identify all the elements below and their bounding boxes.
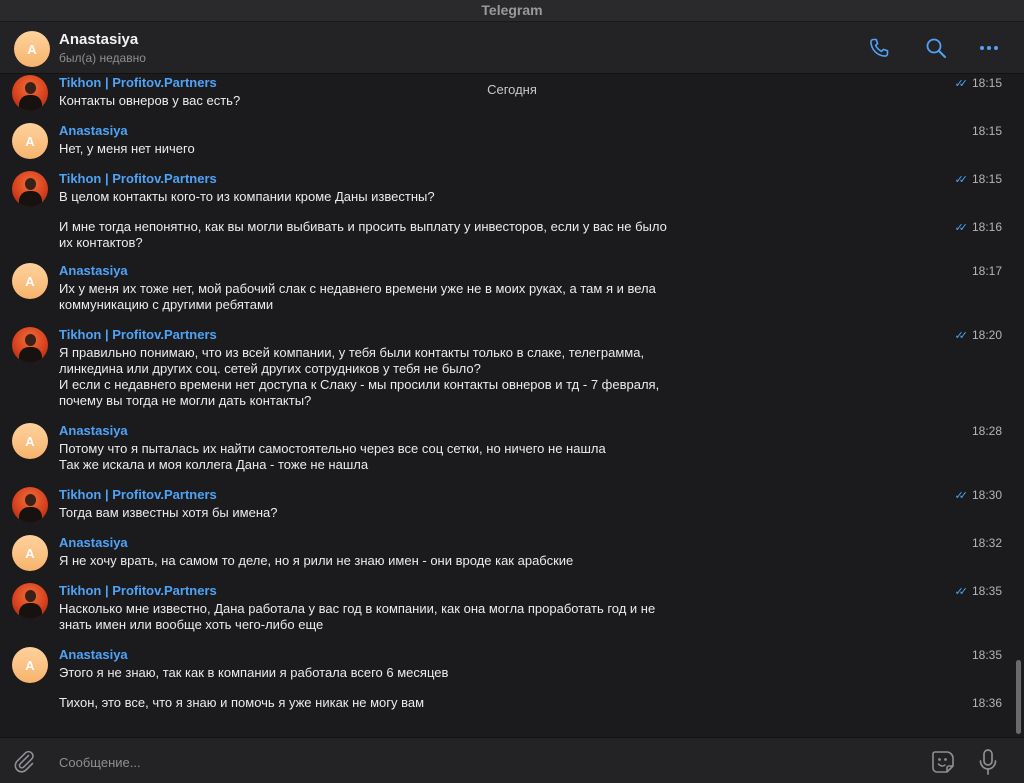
attach-icon — [14, 750, 34, 773]
sticker-icon — [932, 751, 954, 773]
sender-avatar[interactable] — [12, 487, 48, 523]
message-text: Тихон, это все, что я знаю и помочь я уж… — [59, 695, 425, 710]
sender-avatar[interactable]: A — [12, 423, 48, 459]
message-text: Я не хочу врать, на самом то деле, но я … — [59, 553, 574, 568]
sender-avatar[interactable] — [12, 327, 48, 363]
message-text: И мне тогда непонятно, как вы могли выби… — [59, 219, 667, 250]
message-time-block: ✓✓ 18:35 — [955, 584, 1002, 598]
microphone-icon — [979, 749, 997, 775]
sender-avatar[interactable]: A — [12, 647, 48, 683]
sender-name[interactable]: Anastasiya — [59, 123, 128, 138]
message-time: 18:15 — [971, 76, 1002, 90]
voice-record-button[interactable] — [976, 748, 1000, 776]
search-icon — [926, 38, 946, 58]
message-time-block: 18:35 — [972, 648, 1002, 662]
message-text: Их у меня их тоже нет, мой рабочий слак … — [59, 281, 656, 312]
sender-name[interactable]: Anastasiya — [59, 647, 128, 662]
message-time-block: ✓✓ 18:15 — [955, 76, 1002, 90]
message-time: 18:28 — [971, 424, 1002, 438]
call-button[interactable] — [866, 35, 892, 61]
message-input[interactable] — [59, 751, 899, 773]
read-checkmarks-icon: ✓✓ — [954, 173, 969, 186]
contact-avatar[interactable]: A — [14, 31, 50, 67]
message-time: 18:30 — [971, 488, 1002, 502]
sender-name[interactable]: Tikhon | Profitov.Partners — [59, 75, 217, 90]
chat-header: A Anastasiya был(а) недавно — [0, 22, 1024, 74]
message-text: Этого я не знаю, так как в компании я ра… — [59, 665, 449, 680]
message-time: 18:15 — [971, 172, 1002, 186]
more-button[interactable] — [976, 35, 1002, 61]
message-text: Потому что я пыталась их найти самостоят… — [59, 441, 606, 472]
message-time: 18:32 — [971, 536, 1002, 550]
message-time: 18:16 — [971, 220, 1002, 234]
sender-name[interactable]: Tikhon | Profitov.Partners — [59, 487, 217, 502]
sender-name[interactable]: Anastasiya — [59, 423, 128, 438]
message-text: Я правильно понимаю, что из всей компани… — [59, 345, 660, 408]
sender-avatar[interactable] — [12, 583, 48, 619]
message-time: 18:15 — [971, 124, 1002, 138]
message-time-block: ✓✓ 18:30 — [955, 488, 1002, 502]
message-text: Контакты овнеров у вас есть? — [59, 93, 241, 108]
message-text: Насколько мне известно, Дана работала у … — [59, 601, 656, 632]
message-time-block: 18:17 — [972, 264, 1002, 278]
sender-avatar[interactable] — [12, 171, 48, 207]
sticker-button[interactable] — [929, 748, 957, 776]
sender-name[interactable]: Tikhon | Profitov.Partners — [59, 327, 217, 342]
message-list-scrollbar[interactable] — [1016, 660, 1021, 734]
sender-name[interactable]: Anastasiya — [59, 535, 128, 550]
message-text: Нет, у меня нет ничего — [59, 141, 195, 156]
message-time-block: ✓✓ 18:15 — [955, 172, 1002, 186]
read-checkmarks-icon: ✓✓ — [954, 221, 969, 234]
sender-avatar[interactable]: A — [12, 123, 48, 159]
message-time: 18:35 — [971, 584, 1002, 598]
sender-name[interactable]: Anastasiya — [59, 263, 128, 278]
message-time-block: ✓✓ 18:20 — [955, 328, 1002, 342]
message-time: 18:20 — [971, 328, 1002, 342]
message-time-block: 18:28 — [972, 424, 1002, 438]
contact-status: был(а) недавно — [59, 51, 146, 65]
sender-avatar[interactable]: A — [12, 263, 48, 299]
sender-name[interactable]: Tikhon | Profitov.Partners — [59, 171, 217, 186]
message-time: 18:17 — [971, 264, 1002, 278]
message-list[interactable]: Сегодня Tikhon | Profitov.Partners Конта… — [0, 75, 1024, 737]
read-checkmarks-icon: ✓✓ — [954, 489, 969, 502]
window-title: Telegram — [481, 2, 543, 18]
message-text: В целом контакты кого-то из компании кро… — [59, 189, 435, 204]
sender-avatar[interactable] — [12, 75, 48, 111]
message-time-block: 18:32 — [972, 536, 1002, 550]
sender-avatar[interactable]: A — [12, 535, 48, 571]
attach-button[interactable] — [12, 749, 36, 773]
message-text: Тогда вам известны хотя бы имена? — [59, 505, 278, 520]
read-checkmarks-icon: ✓✓ — [954, 585, 969, 598]
message-time: 18:35 — [971, 648, 1002, 662]
composer-bar — [0, 737, 1024, 783]
window-titlebar: Telegram — [0, 0, 1024, 22]
read-checkmarks-icon: ✓✓ — [954, 329, 969, 342]
message-time-block: 18:36 — [972, 696, 1002, 710]
message-time: 18:36 — [971, 696, 1002, 710]
message-time-block: 18:15 — [972, 124, 1002, 138]
more-icon — [980, 46, 998, 50]
phone-icon — [870, 38, 889, 57]
search-button[interactable] — [923, 35, 949, 61]
message-time-block: ✓✓ 18:16 — [955, 220, 1002, 234]
sender-name[interactable]: Tikhon | Profitov.Partners — [59, 583, 217, 598]
contact-name[interactable]: Anastasiya — [59, 31, 138, 48]
read-checkmarks-icon: ✓✓ — [954, 77, 969, 90]
